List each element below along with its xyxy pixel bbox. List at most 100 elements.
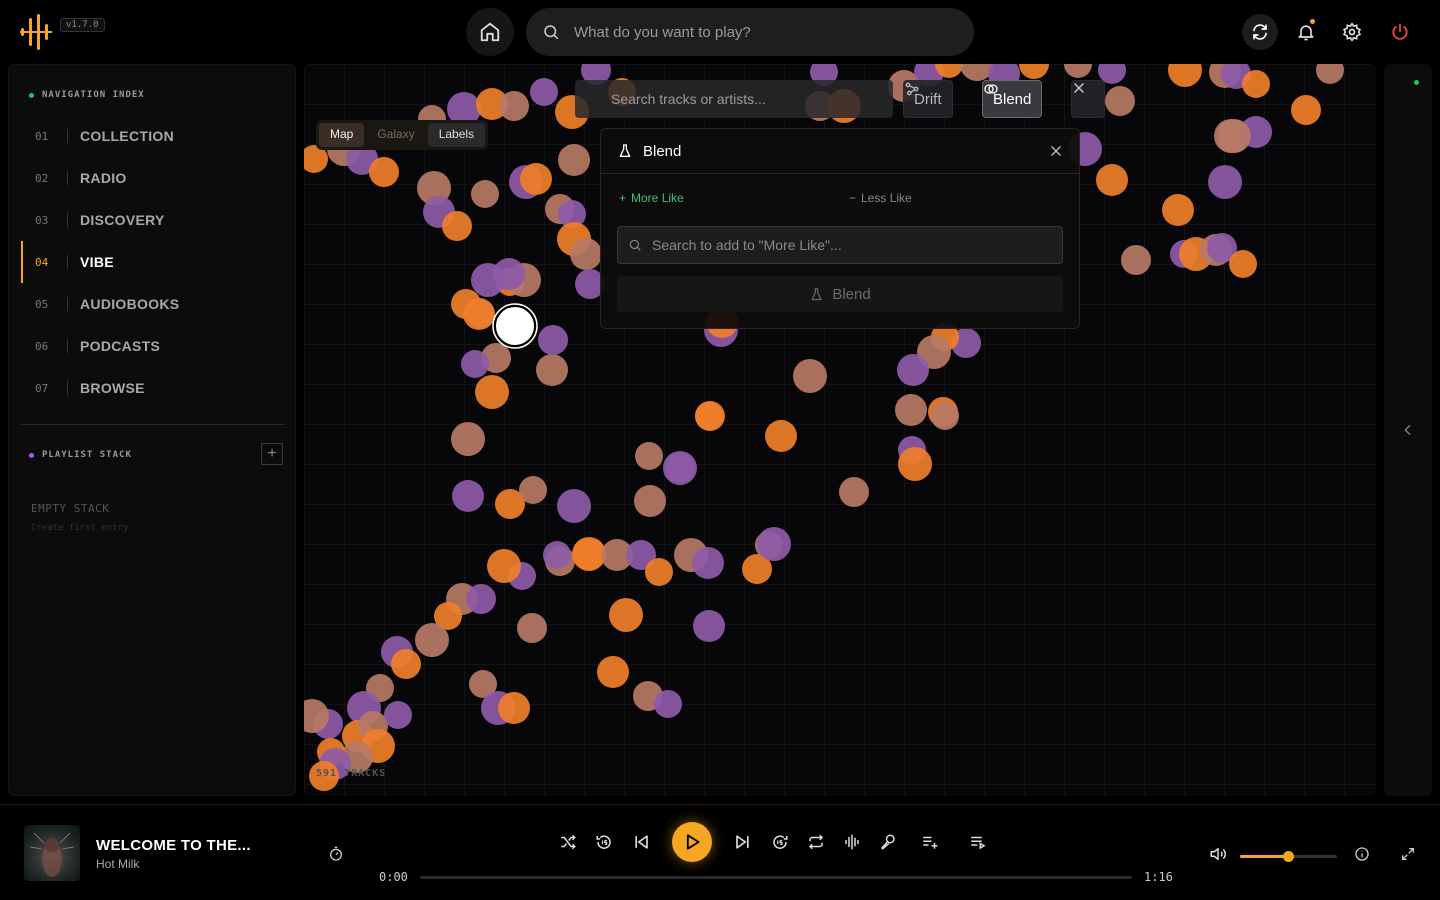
sidebar-item-vibe[interactable]: 04 VIBE [21,241,285,283]
sidebar-item-collection[interactable]: 01 COLLECTION [21,115,285,157]
track-title[interactable]: WELCOME TO THE... [96,837,251,854]
drift-button[interactable]: Drift [903,80,953,118]
track-node[interactable] [609,598,643,632]
tab-less-like[interactable]: − Less Like [849,191,912,205]
selected-track-node[interactable] [494,305,536,347]
volume-knob[interactable] [1282,851,1294,862]
track-node[interactable] [898,447,932,481]
sidebar-item-audiobooks[interactable]: 05 AUDIOBOOKS [21,283,285,325]
track-node[interactable] [1121,245,1151,275]
track-node[interactable] [519,476,547,504]
track-node[interactable] [471,180,499,208]
blend-submit-button[interactable]: Blend [617,276,1063,312]
previous-button[interactable] [631,831,653,853]
track-node[interactable] [757,527,791,561]
tab-more-like[interactable]: + More Like [619,191,849,205]
tab-galaxy[interactable]: Galaxy [366,123,425,147]
track-node[interactable] [695,401,725,431]
blend-search[interactable] [617,226,1063,264]
track-node[interactable] [654,690,682,718]
global-search-input[interactable] [574,23,934,41]
track-node[interactable] [499,91,529,121]
info-icon[interactable] [1354,846,1370,862]
track-node[interactable] [452,480,484,512]
map-search-input[interactable] [611,91,871,107]
waveform-logo-icon[interactable] [20,14,52,50]
track-node[interactable] [1291,95,1321,125]
track-node[interactable] [634,485,666,517]
repeat-button[interactable] [805,831,827,853]
track-node[interactable] [498,692,530,724]
track-node[interactable] [692,547,724,579]
lyrics-button[interactable] [877,831,899,853]
track-node[interactable] [442,211,472,241]
blend-search-input[interactable] [652,237,1042,253]
track-node[interactable] [839,477,869,507]
track-node[interactable] [557,489,591,523]
track-node[interactable] [793,359,827,393]
add-playlist-button[interactable]: + [261,443,283,465]
chevron-left-icon[interactable] [1400,422,1416,438]
play-button[interactable] [672,822,712,862]
refresh-button[interactable] [1242,14,1278,50]
volume-slider[interactable] [1240,851,1337,862]
track-node[interactable] [369,157,399,187]
track-node[interactable] [451,422,485,456]
close-icon[interactable] [1049,144,1063,158]
tab-map[interactable]: Map [319,123,365,147]
shuffle-button[interactable] [557,831,579,853]
track-node[interactable] [520,163,552,195]
global-search[interactable] [526,8,974,56]
track-node[interactable] [1208,165,1242,199]
track-node[interactable] [536,354,568,386]
track-node[interactable] [635,442,663,470]
track-node[interactable] [487,549,521,583]
expand-icon[interactable] [1400,846,1416,862]
track-node[interactable] [558,144,590,176]
forward-15-button[interactable] [769,831,791,853]
queue-button[interactable] [967,831,989,853]
track-node[interactable] [1168,64,1202,87]
track-node[interactable] [1162,194,1194,226]
volume-icon[interactable] [1208,845,1228,863]
track-node[interactable] [415,623,449,657]
track-node[interactable] [517,613,547,643]
track-node[interactable] [463,298,495,330]
track-node[interactable] [471,263,505,297]
track-node[interactable] [466,584,496,614]
track-node[interactable] [570,238,602,270]
track-node[interactable] [663,451,697,485]
track-node[interactable] [572,537,606,571]
track-node[interactable] [391,649,421,679]
track-node[interactable] [530,78,558,106]
queue-add-button[interactable] [919,831,941,853]
sidebar-item-radio[interactable]: 02 RADIO [21,157,285,199]
rewind-15-button[interactable] [593,831,615,853]
waveform-button[interactable] [841,831,863,853]
tab-labels[interactable]: Labels [427,123,486,147]
track-artist[interactable]: Hot Milk [96,857,139,871]
track-node[interactable] [543,541,571,569]
close-mode-button[interactable] [1071,80,1105,118]
track-node[interactable] [765,420,797,452]
sidebar-item-browse[interactable]: 07 BROWSE [21,367,285,409]
track-node[interactable] [897,354,929,386]
track-node[interactable] [1064,64,1092,78]
track-node[interactable] [1229,250,1257,278]
track-node[interactable] [931,402,959,430]
track-node[interactable] [1242,70,1270,98]
track-node[interactable] [597,656,629,688]
track-node[interactable] [1096,164,1128,196]
blend-button[interactable]: Blend [982,80,1043,118]
track-node[interactable] [1316,64,1344,84]
track-node[interactable] [1019,64,1049,79]
track-node[interactable] [461,350,489,378]
logout-button[interactable] [1382,14,1418,50]
timer-icon[interactable] [328,846,344,862]
progress-bar[interactable] [420,876,1132,879]
notifications-button[interactable] [1288,14,1324,50]
sidebar-item-podcasts[interactable]: 06 PODCASTS [21,325,285,367]
next-button[interactable] [731,831,753,853]
track-node[interactable] [693,610,725,642]
album-art[interactable] [24,825,80,881]
